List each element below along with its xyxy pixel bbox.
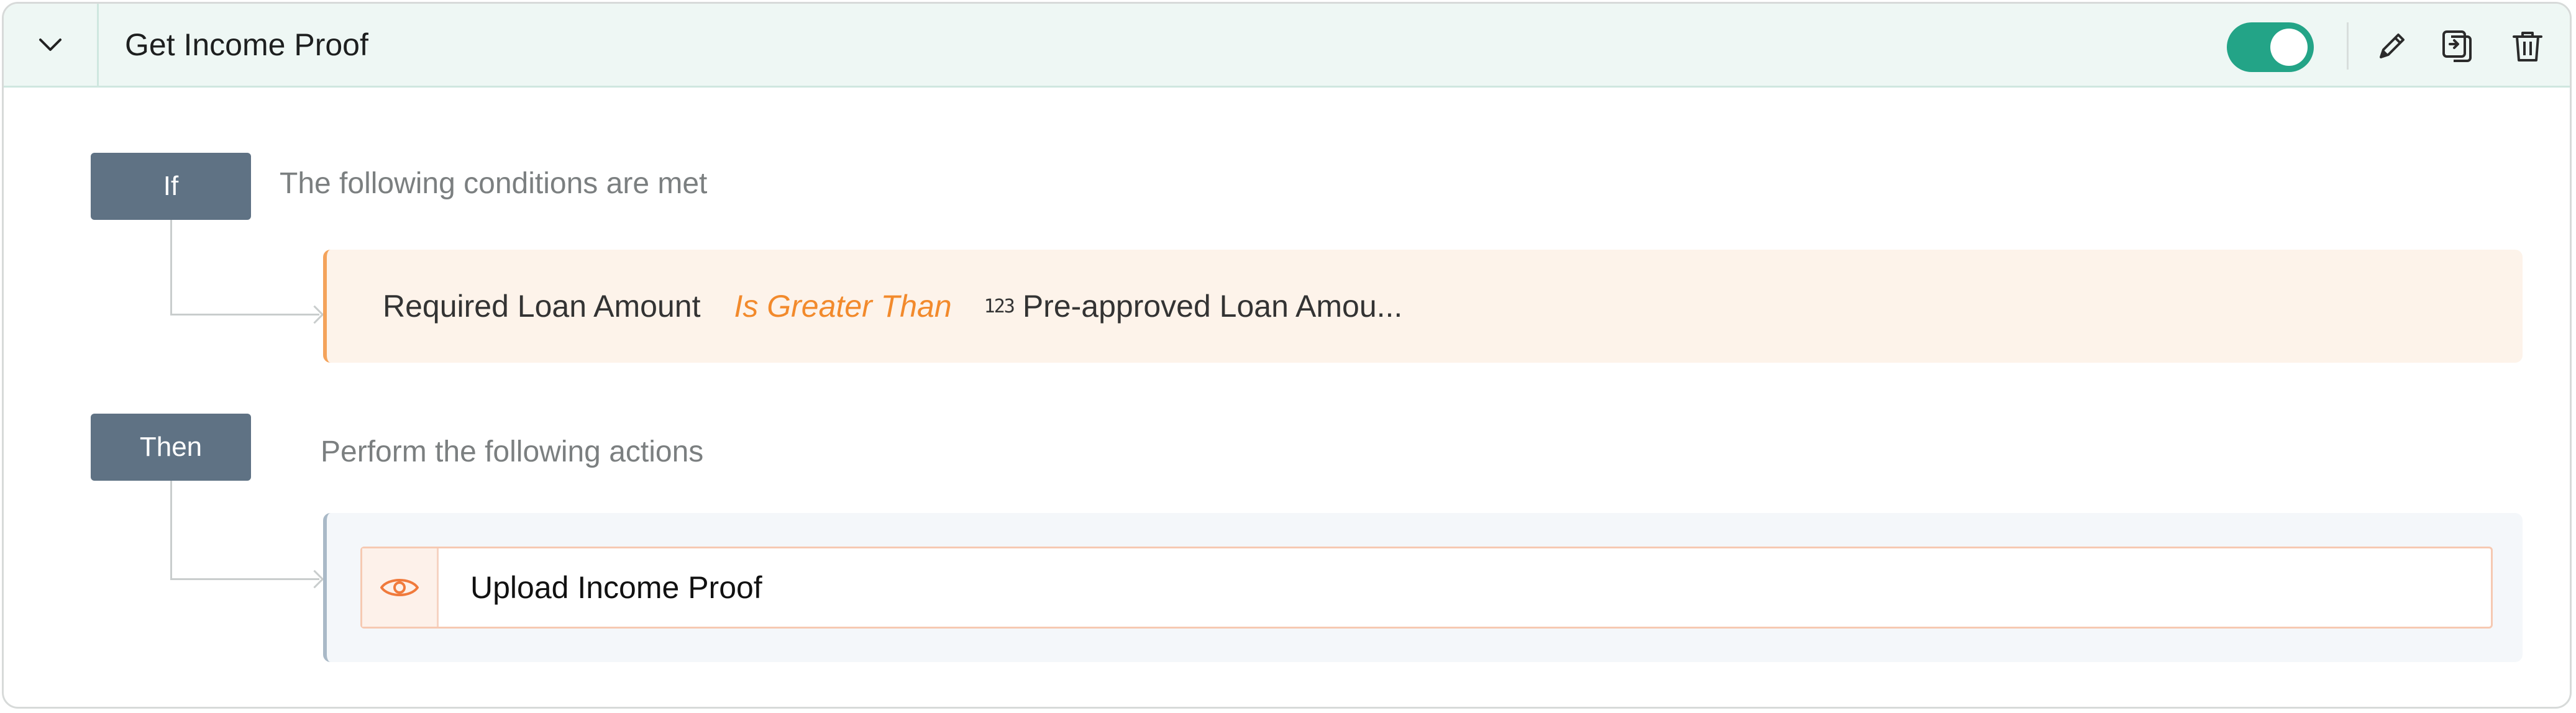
- then-badge: Then: [91, 414, 251, 481]
- rule-header: Get Income Proof: [4, 4, 2570, 88]
- then-connector-vertical: [170, 481, 172, 580]
- condition-value: Pre-approved Loan Amou...: [1022, 289, 1403, 324]
- toggle-knob: [2270, 29, 2308, 66]
- if-connector-horizontal: [170, 314, 319, 316]
- then-connector-horizontal: [170, 578, 319, 580]
- action-icon-cell: [362, 548, 439, 627]
- duplicate-button[interactable]: [2438, 26, 2478, 66]
- if-section-title: The following conditions are met: [280, 167, 708, 200]
- enable-toggle[interactable]: [2227, 22, 2314, 72]
- header-divider: [2347, 22, 2349, 70]
- copy-icon: [2442, 30, 2472, 62]
- condition-operator: Is Greater Than: [734, 289, 952, 324]
- number-type-icon: 123: [984, 295, 1015, 317]
- rule-card: Get Income Proof If The following condit…: [2, 2, 2572, 709]
- action-item[interactable]: Upload Income Proof: [360, 547, 2493, 629]
- trash-icon: [2513, 32, 2542, 61]
- if-connector-arrow: [305, 305, 324, 324]
- then-section-title: Perform the following actions: [321, 435, 704, 468]
- delete-button[interactable]: [2508, 26, 2547, 66]
- then-connector-arrow: [305, 570, 324, 589]
- eye-icon: [380, 579, 419, 596]
- if-connector-vertical: [170, 220, 172, 316]
- condition-field: Required Loan Amount: [383, 289, 701, 324]
- pencil-icon: [2380, 34, 2405, 58]
- edit-button[interactable]: [2372, 26, 2412, 66]
- rule-title: Get Income Proof: [125, 27, 368, 62]
- action-label: Upload Income Proof: [470, 570, 762, 605]
- condition-row[interactable]: Required Loan Amount Is Greater Than 123…: [323, 250, 2523, 363]
- chevron-down-icon: [39, 39, 62, 51]
- actions-container: Upload Income Proof: [323, 513, 2523, 662]
- if-badge: If: [91, 153, 251, 220]
- collapse-button[interactable]: [4, 4, 99, 86]
